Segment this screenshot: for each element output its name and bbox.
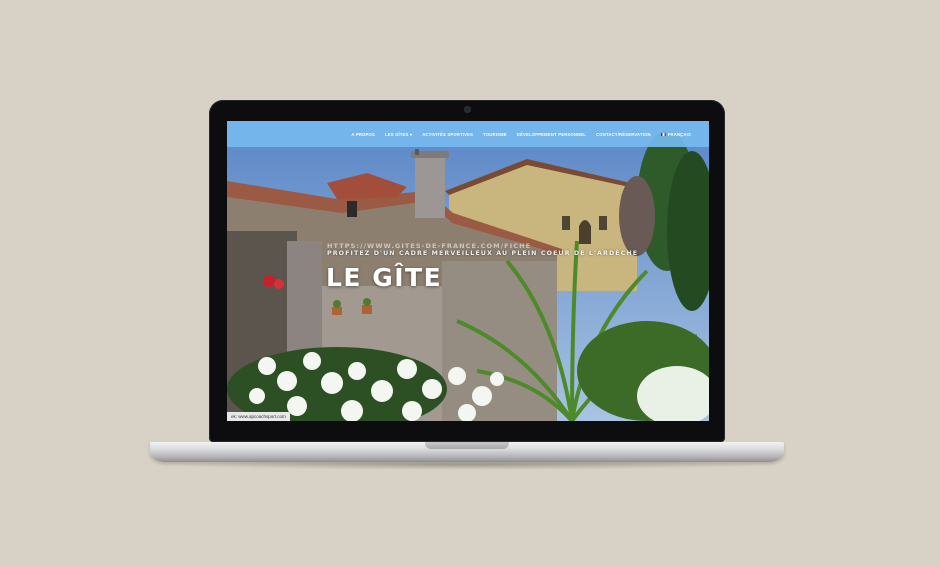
nav-item-tourisme[interactable]: Tourisme <box>483 132 507 137</box>
nav-item-a-propos[interactable]: A propos <box>351 132 375 137</box>
nav-item-developpement[interactable]: Développement personnel <box>517 132 586 137</box>
browser-status-bar: ek: www.apcoachsport.com <box>227 412 290 421</box>
french-flag-icon <box>660 132 666 137</box>
language-selector[interactable]: Français <box>660 131 691 137</box>
nav-item-les-gites-label: Les Gîtes <box>384 131 409 137</box>
browser-screen: A propos Les Gîtes ▾ Activités sportives… <box>227 121 709 421</box>
hero-url[interactable]: HTTPS://WWW.GITES-DE-FRANCE.COM/FICHE <box>327 242 531 250</box>
hero-background-photo <box>227 121 709 421</box>
nav-item-contact[interactable]: Contact/Réservation <box>596 132 651 137</box>
nav-item-activites[interactable]: Activités sportives <box>422 132 473 137</box>
laptop-mockup: A propos Les Gîtes ▾ Activités sportives… <box>0 0 940 567</box>
nav-item-les-gites[interactable]: Les Gîtes ▾ <box>385 132 412 137</box>
webcam-icon <box>465 107 470 112</box>
hero-subtitle: Profitez d'un cadre merveilleux au plein… <box>327 250 639 257</box>
top-navigation: A propos Les Gîtes ▾ Activités sportives… <box>227 121 709 147</box>
laptop-opening-notch <box>425 442 509 449</box>
hero-title: LE GÎTE <box>326 263 443 292</box>
language-label: Français <box>667 131 691 137</box>
